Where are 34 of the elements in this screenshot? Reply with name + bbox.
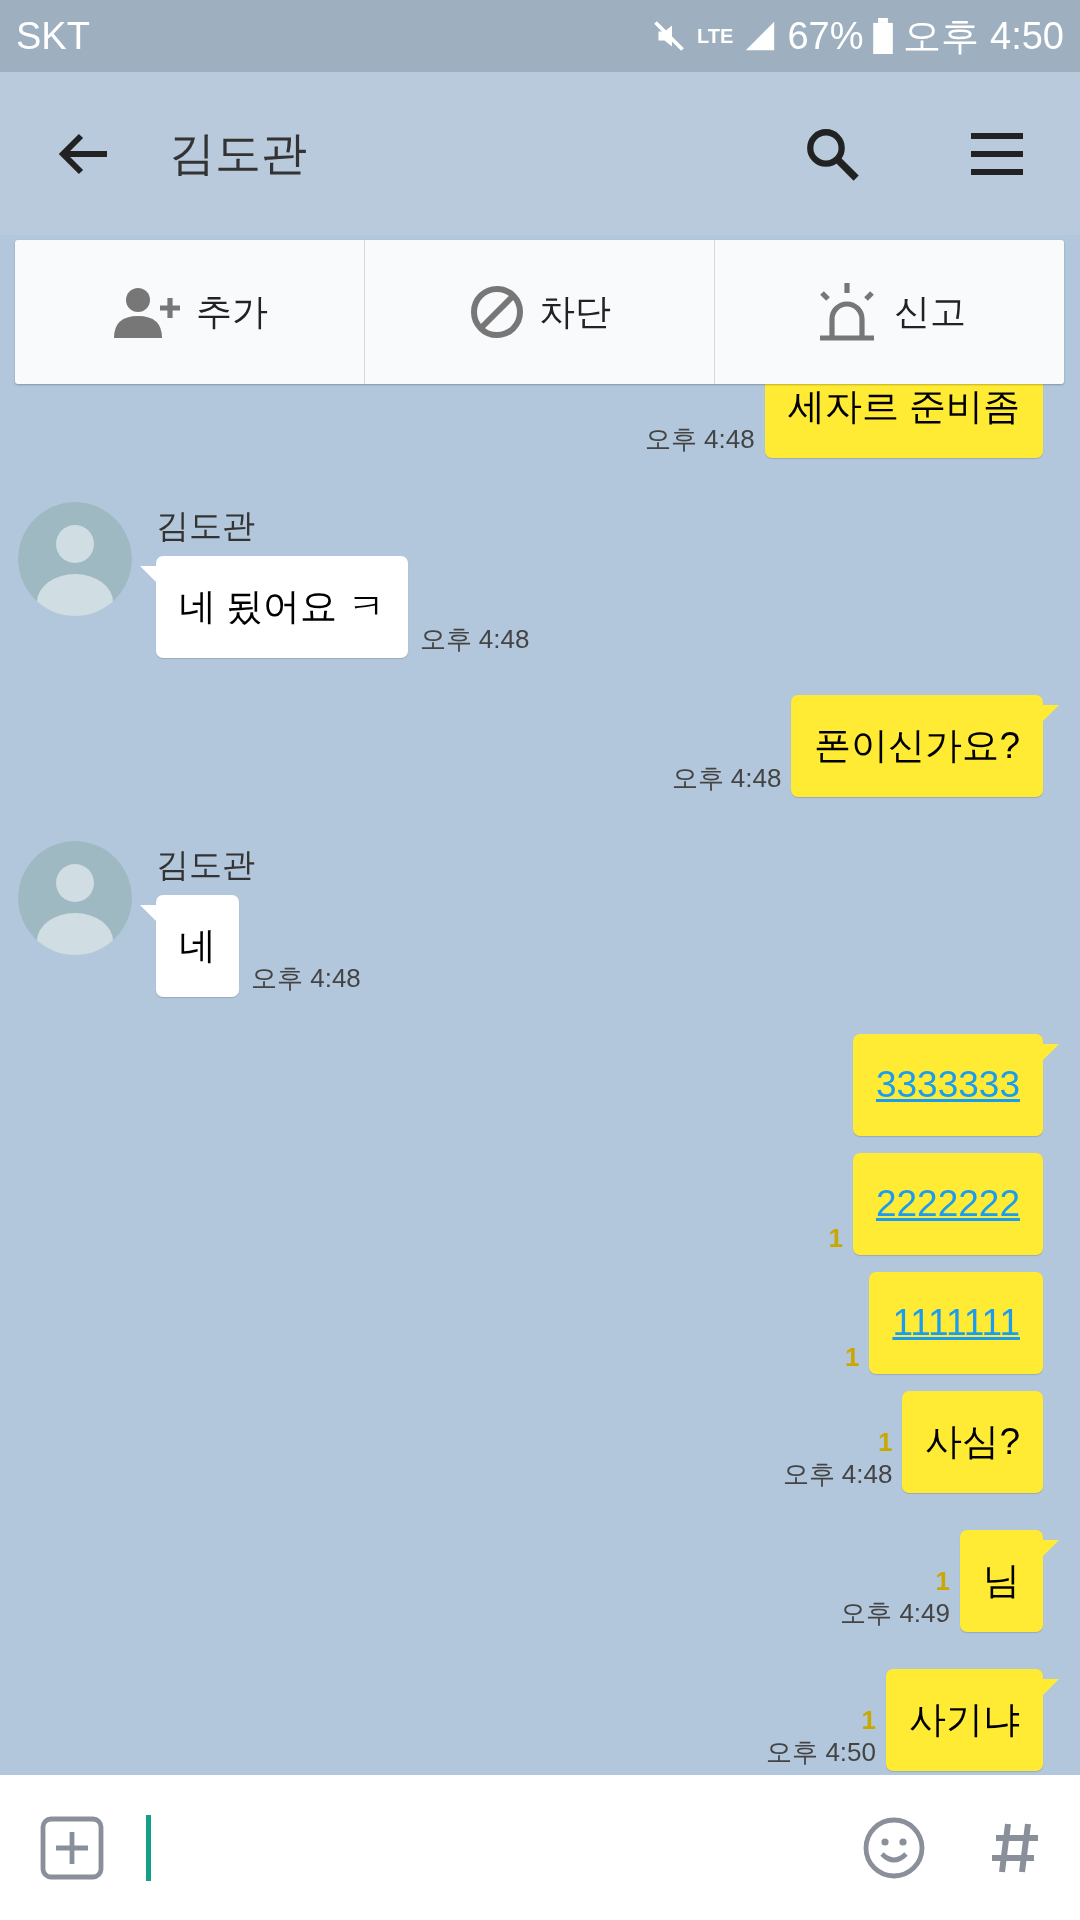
message-time: 오후 4:48 xyxy=(782,1458,893,1491)
add-friend-icon xyxy=(111,286,182,338)
battery-icon xyxy=(873,18,894,54)
message-time: 오후 4:50 xyxy=(766,1736,876,1769)
message-time: 오후 4:48 xyxy=(419,623,530,656)
unread-count: 1 xyxy=(935,1566,950,1596)
unread-count: 1 xyxy=(844,1342,860,1372)
message-bubble: 사심? xyxy=(902,1391,1043,1493)
action-button[interactable]: 차단 xyxy=(364,240,714,384)
message-bubble: 님 xyxy=(960,1530,1043,1632)
message-bubble: 사기냐 xyxy=(886,1669,1043,1771)
clock: 오후 4:50 xyxy=(903,13,1064,59)
sender-name: 김도관 xyxy=(156,845,255,885)
message-bubble: 폰이신가요? xyxy=(791,695,1043,797)
message-bubble: 네 됬어요 ㅋ xyxy=(156,556,408,658)
block-icon xyxy=(468,284,525,340)
menu-icon[interactable] xyxy=(969,131,1025,176)
message-time: 오후 4:49 xyxy=(840,1597,950,1630)
message-time: 오후 4:48 xyxy=(251,962,361,995)
action-button[interactable]: 추가 xyxy=(15,240,364,384)
unread-count: 1 xyxy=(861,1705,876,1735)
chat-title: 김도관 xyxy=(169,126,307,181)
action-button[interactable]: 신고 xyxy=(714,240,1064,384)
battery-percent: 67% xyxy=(787,13,864,59)
unread-count: 1 xyxy=(877,1427,893,1457)
emoji-icon[interactable] xyxy=(862,1815,926,1880)
network-type: LTE xyxy=(697,26,734,46)
message-bubble: 네 xyxy=(156,895,239,997)
carrier-name: SKT xyxy=(16,13,90,59)
add-icon[interactable] xyxy=(40,1815,104,1880)
message-time: 오후 4:48 xyxy=(644,423,755,456)
unread-count: 1 xyxy=(828,1223,843,1253)
sender-name: 김도관 xyxy=(156,506,255,546)
message-time: 오후 4:48 xyxy=(671,762,782,795)
